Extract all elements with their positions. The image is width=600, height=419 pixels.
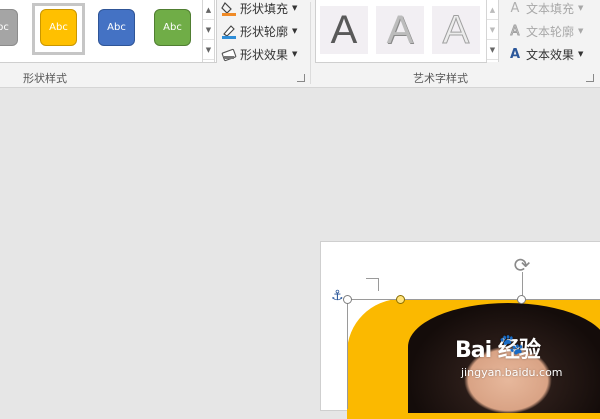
wordart-more-button[interactable]: ▼ (487, 40, 498, 60)
gallery-more-button[interactable]: ▼ (203, 40, 214, 60)
chevron-down-icon: ▼ (292, 50, 298, 58)
wordart-up-button[interactable]: ▲ (487, 0, 498, 20)
wordart-styles-scroll: ▲ ▼ ▼ (486, 0, 499, 62)
gallery-down-button[interactable]: ▼ (203, 20, 214, 40)
baidu-watermark: Bai 经验 🐾 jingyan.baidu.com (455, 332, 563, 379)
shape-fill-label: 形状填充 (240, 1, 289, 16)
watermark-url: jingyan.baidu.com (461, 366, 563, 379)
chevron-down-icon: ▼ (578, 50, 584, 58)
text-fill-label: 文本填充 (526, 1, 575, 16)
selection-border (347, 299, 348, 409)
text-outline-icon: A (510, 23, 520, 39)
text-fill-icon: A (510, 0, 520, 16)
shape-styles-scroll: ▲ ▼ ▼ (202, 0, 215, 62)
resize-handle-top-center[interactable] (517, 295, 526, 304)
shape-styles-group-label: 形状样式 (23, 72, 67, 85)
margin-corner-mark (366, 278, 379, 291)
shape-styles-gallery: Abc Abc Abc Abc (0, 0, 217, 63)
shape-outline-label: 形状轮廓 (240, 24, 289, 39)
resize-handle-top-left[interactable] (343, 295, 352, 304)
chevron-down-icon: ▼ (292, 27, 298, 35)
shape-fill-button[interactable]: 形状填充 ▼ (221, 0, 297, 18)
ribbon: Abc Abc Abc Abc ▲ ▼ ▼ 形状填充 ▼ 形状轮廓 ▼ 形状效果… (0, 0, 600, 88)
wordart-style-gradient[interactable]: A (376, 6, 424, 54)
anchor-icon: ⚓ (331, 288, 344, 304)
shape-style-swatch-gray[interactable]: Abc (0, 9, 18, 46)
shape-styles-dialog-launcher[interactable] (297, 74, 305, 82)
text-effects-label: 文本效果 (526, 47, 575, 62)
shape-effects-button[interactable]: 形状效果 ▼ (221, 44, 297, 64)
chevron-down-icon: ▼ (292, 4, 298, 12)
text-fill-button[interactable]: A 文本填充 ▼ (507, 0, 584, 18)
wordart-style-outline[interactable]: A (432, 6, 480, 54)
wordart-styles-group-label: 艺术字样式 (413, 72, 468, 85)
wordart-styles-dialog-launcher[interactable] (586, 74, 594, 82)
gallery-up-button[interactable]: ▲ (203, 0, 214, 20)
pen-icon (221, 23, 237, 39)
text-outline-button[interactable]: A 文本轮廓 ▼ (507, 21, 583, 41)
shape-style-swatch-blue[interactable]: Abc (98, 9, 135, 46)
shape-effects-label: 形状效果 (240, 47, 289, 62)
paw-icon: 🐾 (499, 332, 524, 356)
shape-style-swatch-green[interactable]: Abc (154, 9, 191, 46)
shape-effects-icon (221, 46, 237, 62)
adjust-handle[interactable] (396, 295, 405, 304)
text-effects-icon: A (509, 46, 521, 62)
text-outline-label: 文本轮廓 (526, 24, 575, 39)
wordart-style-solid[interactable]: A (320, 6, 368, 54)
shape-outline-button[interactable]: 形状轮廓 ▼ (221, 21, 297, 41)
wordart-down-button[interactable]: ▼ (487, 20, 498, 40)
chevron-down-icon: ▼ (578, 27, 584, 35)
rotate-handle-icon[interactable]: ⟳ (511, 254, 533, 276)
selection-border (347, 299, 600, 300)
chevron-down-icon: ▼ (578, 4, 584, 12)
shape-style-swatch-gold[interactable]: Abc (40, 9, 77, 46)
paint-bucket-icon (221, 0, 237, 16)
group-separator (310, 2, 311, 84)
wordart-styles-gallery: A A A (315, 0, 487, 63)
text-effects-button[interactable]: A 文本效果 ▼ (507, 44, 583, 64)
watermark-brand: Bai 经验 (455, 338, 541, 363)
